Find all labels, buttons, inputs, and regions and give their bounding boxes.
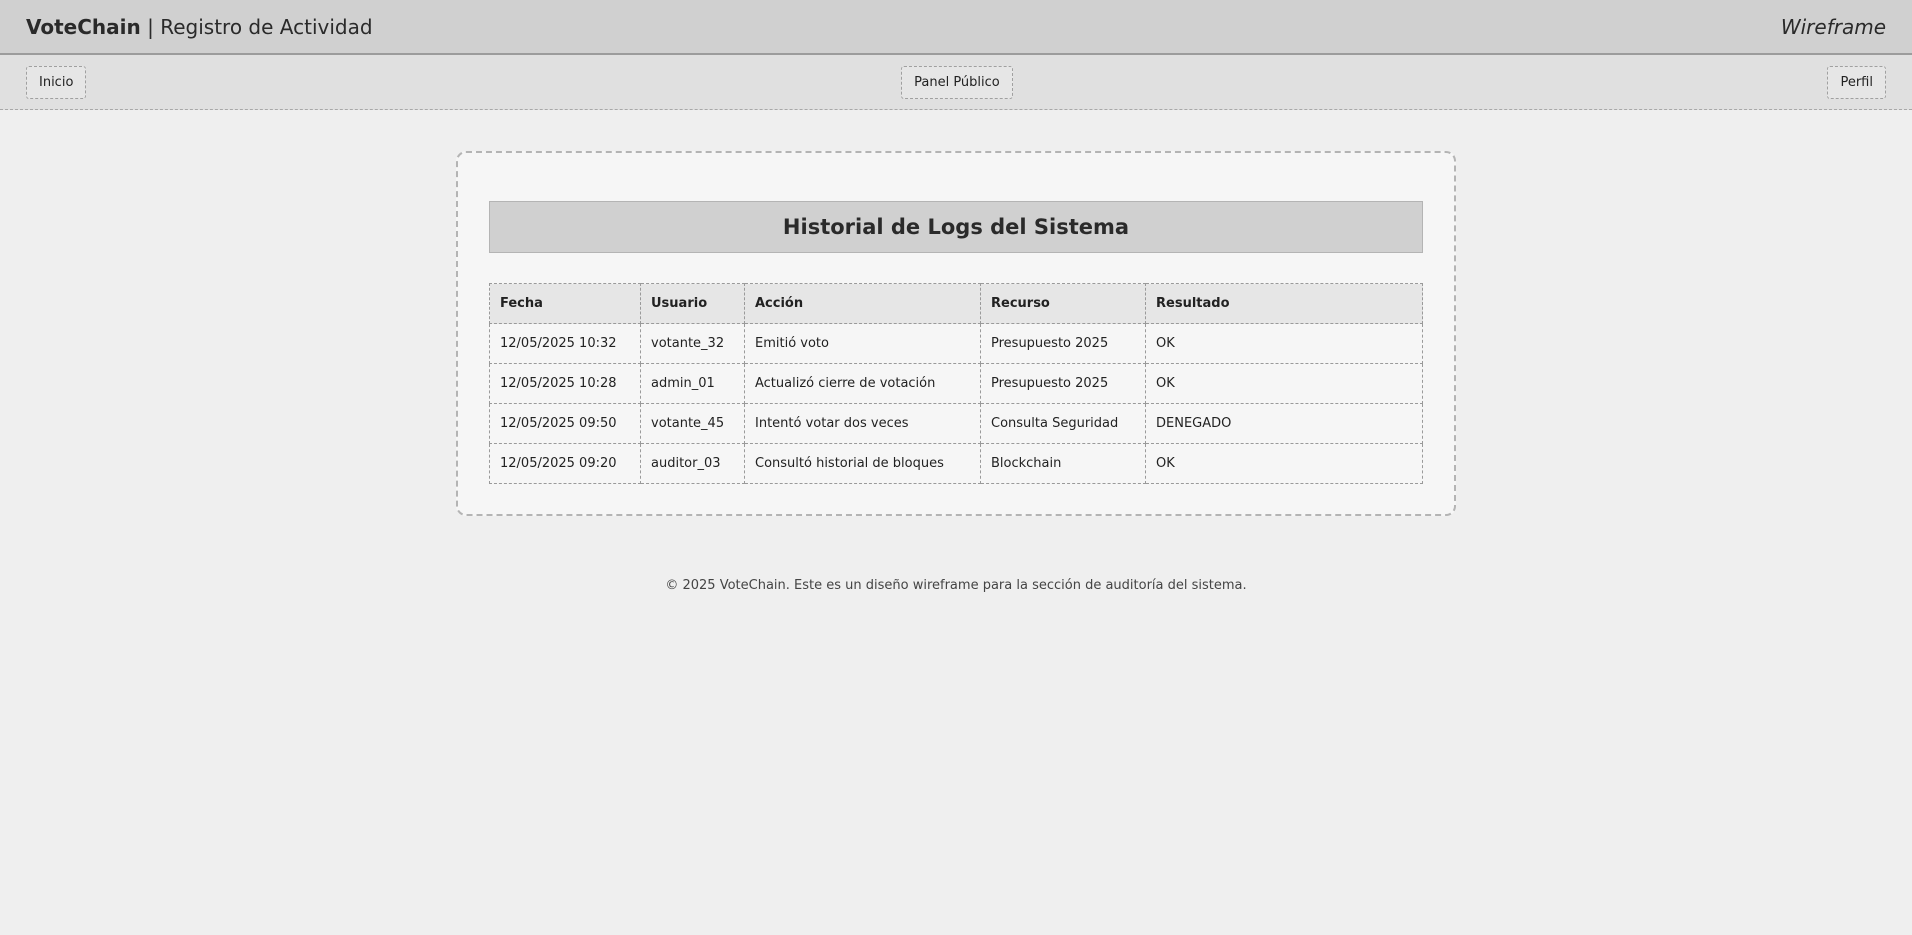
page-title: Historial de Logs del Sistema <box>782 215 1130 239</box>
cell-action: Emitió voto <box>744 323 981 364</box>
home-button[interactable]: Inicio <box>26 65 87 99</box>
cell-resource: Presupuesto 2025 <box>980 363 1146 404</box>
brand-separator: | <box>147 14 154 39</box>
table-row: 12/05/2025 09:50 votante_45 Intentó vota… <box>489 403 1423 444</box>
logs-title-box: Historial de Logs del Sistema <box>489 201 1423 253</box>
cell-result: OK <box>1145 363 1423 404</box>
column-header-date: Fecha <box>489 283 641 324</box>
table-header-row: Fecha Usuario Acción Recurso Resultado <box>489 283 1423 324</box>
cell-user: auditor_03 <box>640 443 745 484</box>
footer-text: © 2025 VoteChain. Este es un diseño wire… <box>665 578 1247 593</box>
cell-resource: Presupuesto 2025 <box>980 323 1146 364</box>
cell-resource: Blockchain <box>980 443 1146 484</box>
logs-panel: Historial de Logs del Sistema Fecha Usua… <box>456 151 1456 516</box>
app-header: VoteChain | Registro de Actividad Wirefr… <box>0 0 1912 55</box>
cell-date: 12/05/2025 09:20 <box>489 443 641 484</box>
cell-action: Actualizó cierre de votación <box>744 363 981 404</box>
column-header-resource: Recurso <box>980 283 1146 324</box>
cell-date: 12/05/2025 09:50 <box>489 403 641 444</box>
column-header-action: Acción <box>744 283 981 324</box>
cell-user: votante_45 <box>640 403 745 444</box>
cell-date: 12/05/2025 10:28 <box>489 363 641 404</box>
cell-action: Consultó historial de bloques <box>744 443 981 484</box>
page-footer: © 2025 VoteChain. Este es un diseño wire… <box>0 578 1912 593</box>
cell-result: OK <box>1145 323 1423 364</box>
wireframe-label: Wireframe <box>1780 14 1886 39</box>
cell-result: OK <box>1145 443 1423 484</box>
cell-date: 12/05/2025 10:32 <box>489 323 641 364</box>
cell-user: votante_32 <box>640 323 745 364</box>
public-panel-button[interactable]: Panel Público <box>901 65 1013 99</box>
table-row: 12/05/2025 10:28 admin_01 Actualizó cier… <box>489 363 1423 404</box>
cell-action: Intentó votar dos veces <box>744 403 981 444</box>
app-brand: VoteChain | Registro de Actividad <box>26 15 373 39</box>
cell-result: DENEGADO <box>1145 403 1423 444</box>
top-nav: Inicio Panel Público Perfil <box>0 55 1912 110</box>
table-row: 12/05/2025 09:20 auditor_03 Consultó his… <box>489 443 1423 484</box>
cell-resource: Consulta Seguridad <box>980 403 1146 444</box>
page-section-title: Registro de Actividad <box>160 14 373 39</box>
profile-button[interactable]: Perfil <box>1827 65 1886 99</box>
logs-table: Fecha Usuario Acción Recurso Resultado 1… <box>489 283 1423 484</box>
column-header-result: Resultado <box>1145 283 1423 324</box>
cell-user: admin_01 <box>640 363 745 404</box>
brand-name: VoteChain <box>26 14 141 39</box>
table-row: 12/05/2025 10:32 votante_32 Emitió voto … <box>489 323 1423 364</box>
column-header-user: Usuario <box>640 283 745 324</box>
